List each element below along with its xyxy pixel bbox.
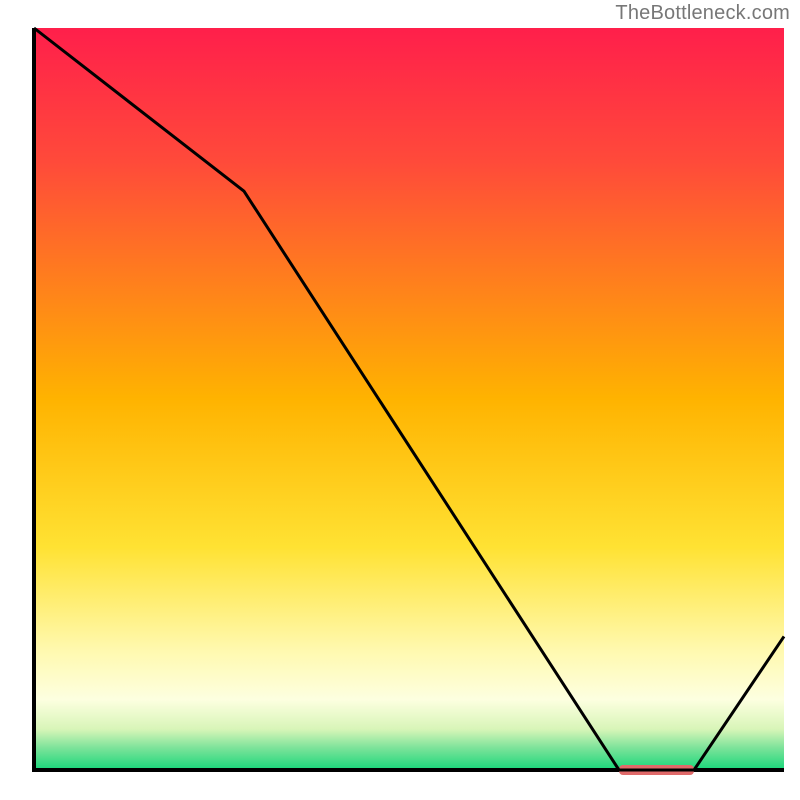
chart-container: TheBottleneck.com xyxy=(0,0,800,800)
bottleneck-chart xyxy=(0,0,800,800)
watermark-text: TheBottleneck.com xyxy=(615,2,790,25)
chart-background xyxy=(34,28,784,770)
